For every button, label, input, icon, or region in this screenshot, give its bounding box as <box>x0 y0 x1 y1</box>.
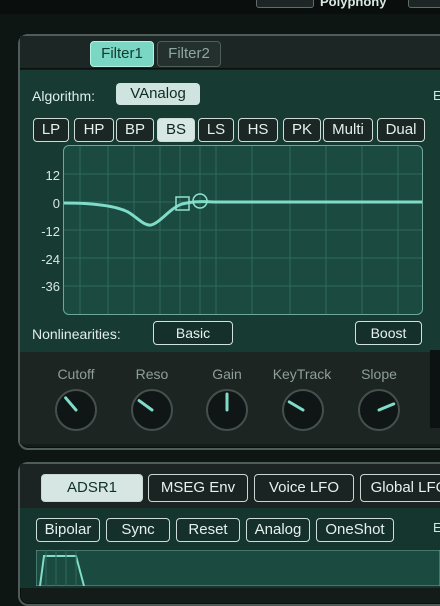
tab-adsr1[interactable]: ADSR1 <box>41 474 143 502</box>
filter-type-pk[interactable]: PK <box>283 118 321 142</box>
filter-response-svg <box>64 146 422 314</box>
filter-type-hs[interactable]: HS <box>238 118 278 142</box>
filter-response-graph[interactable] <box>63 145 423 315</box>
analog-button[interactable]: Analog <box>246 518 310 542</box>
nonlinearities-label: Nonlinearities: <box>32 326 121 342</box>
top-strip: Polyphony <box>0 0 440 14</box>
polyphony-value-field[interactable] <box>408 0 440 8</box>
filter-type-bs[interactable]: BS <box>157 118 195 142</box>
gain-knob[interactable] <box>205 388 249 432</box>
knob-label-cutoff: Cutoff <box>57 366 95 382</box>
knob-label-slope: Slope <box>361 366 397 382</box>
filter-response-curve <box>64 200 422 227</box>
tab-filter1[interactable]: Filter1 <box>90 41 154 67</box>
tab-voice-lfo[interactable]: Voice LFO <box>254 474 354 502</box>
oneshot-button[interactable]: OneShot <box>316 518 394 542</box>
filter-type-dual[interactable]: Dual <box>377 118 425 142</box>
cutoff-knob[interactable] <box>54 388 98 432</box>
envelope-graph[interactable] <box>36 550 440 586</box>
filter-type-bp[interactable]: BP <box>116 118 154 142</box>
knob-label-gain: Gain <box>212 366 242 382</box>
y-tick-label: -24 <box>41 252 60 267</box>
y-tick-label: -36 <box>41 279 60 294</box>
tab-mseg-env[interactable]: MSEG Env <box>148 474 248 502</box>
polyphony-label: Polyphony <box>320 0 387 9</box>
top-button[interactable] <box>256 0 314 8</box>
tab-filter2[interactable]: Filter2 <box>157 41 221 67</box>
y-tick-label: 12 <box>45 168 60 183</box>
edge-letter-envelope: E <box>433 520 440 535</box>
nonlinearities-select[interactable]: Basic <box>153 321 233 345</box>
edge-letter-filter: E <box>433 88 440 103</box>
right-edge-strip <box>430 350 440 428</box>
sync-button[interactable]: Sync <box>106 518 170 542</box>
keytrack-knob[interactable] <box>281 388 325 432</box>
reso-knob[interactable] <box>130 388 174 432</box>
algorithm-select[interactable]: VAnalog <box>116 83 200 105</box>
filter-type-lp[interactable]: LP <box>33 118 69 142</box>
tab-global-lfo[interactable]: Global LFO <box>360 474 440 502</box>
boost-button[interactable]: Boost <box>355 321 422 345</box>
y-tick-label: -12 <box>41 224 60 239</box>
filter-type-multi[interactable]: Multi <box>323 118 373 142</box>
algorithm-label: Algorithm: <box>32 88 96 104</box>
slope-knob[interactable] <box>357 388 401 432</box>
graph-grid <box>64 146 422 314</box>
reset-button[interactable]: Reset <box>176 518 240 542</box>
filter-type-ls[interactable]: LS <box>198 118 234 142</box>
filter-type-hp[interactable]: HP <box>74 118 114 142</box>
knob-label-reso: Reso <box>135 366 169 382</box>
filter-tab-bar <box>20 36 440 69</box>
bipolar-button[interactable]: Bipolar <box>36 518 100 542</box>
y-tick-label: 0 <box>52 196 60 211</box>
knob-label-keytrack: KeyTrack <box>272 366 332 382</box>
